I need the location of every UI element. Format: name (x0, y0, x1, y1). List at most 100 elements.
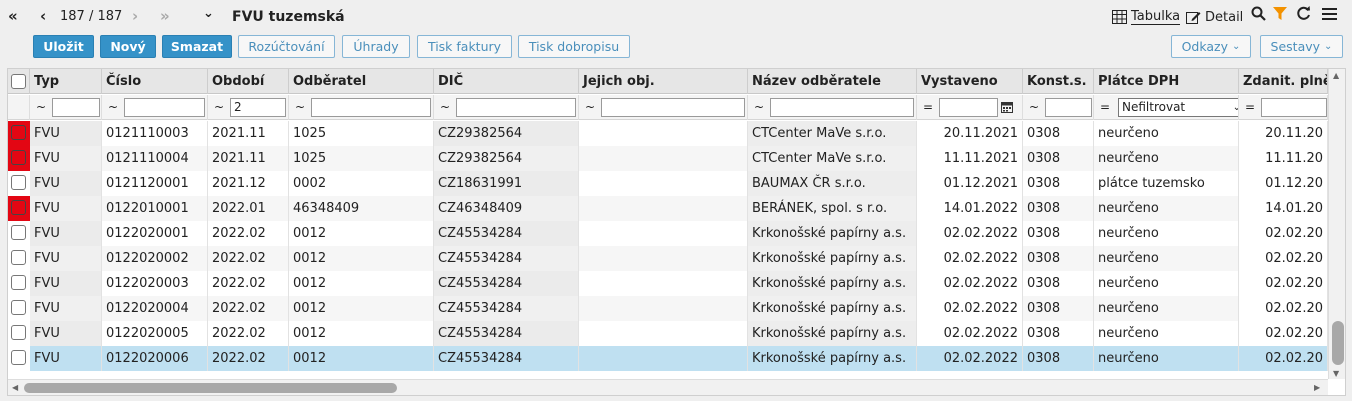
header-zdanit-plneni[interactable]: Zdanit. plněn (1239, 69, 1328, 94)
cell-vystaveno: 02.02.2022 (917, 246, 1023, 271)
vertical-scrollbar[interactable]: ▲ ▼ (1328, 69, 1345, 379)
cell-platce-dph: neurčeno (1094, 196, 1239, 221)
cell-konst-s: 0308 (1023, 196, 1094, 221)
header-vystaveno[interactable]: Vystaveno (917, 69, 1023, 94)
next-record-button[interactable]: › (132, 6, 138, 26)
table-row[interactable]: FVU 0121120001 2021.12 0002 CZ18631991 BAUMAX… (8, 171, 1328, 196)
cell-typ: FVU (30, 146, 102, 171)
delete-button[interactable]: Smazat (162, 35, 232, 58)
cell-platce-dph: neurčeno (1094, 246, 1239, 271)
refresh-icon[interactable] (1296, 6, 1311, 26)
filter-op: = (1100, 100, 1111, 114)
horizontal-scrollbar[interactable]: ◀ ▶ (8, 379, 1328, 395)
scroll-left-icon[interactable]: ◀ (12, 383, 18, 392)
cell-odberatel: 0012 (289, 246, 434, 271)
cell-cislo: 0121110004 (102, 146, 208, 171)
first-record-button[interactable]: « (8, 6, 18, 26)
row-checkbox[interactable] (11, 125, 26, 140)
header-jejich-obj[interactable]: Jejich obj. (579, 69, 748, 94)
cell-zdanit-plneni: 11.11.20 (1239, 146, 1328, 171)
table-row[interactable]: FVU 0122020006 2022.02 0012 CZ45534284 Krkono… (8, 346, 1328, 371)
select-all-checkbox[interactable] (11, 74, 26, 89)
cell-dic: CZ45534284 (434, 321, 579, 346)
filter-zdanit-plneni-input[interactable] (1261, 98, 1327, 117)
prev-record-button[interactable]: ‹ (40, 6, 46, 26)
calendar-icon[interactable] (1001, 101, 1013, 113)
chevron-down-icon[interactable]: ⌄ (203, 4, 214, 24)
cell-cislo: 0122020001 (102, 221, 208, 246)
new-button[interactable]: Nový (100, 35, 156, 58)
table-row[interactable]: FVU 0122020005 2022.02 0012 CZ45534284 Krkono… (8, 321, 1328, 346)
print-invoice-button[interactable]: Tisk faktury (417, 35, 512, 58)
scroll-down-icon[interactable]: ▼ (1333, 369, 1339, 378)
filter-odberatel-input[interactable] (311, 98, 431, 117)
cell-cislo: 0121110003 (102, 121, 208, 146)
cell-nazev: BAUMAX ČR s.r.o. (748, 171, 917, 196)
filter-dic-input[interactable] (456, 98, 576, 117)
filter-typ-input[interactable] (52, 98, 100, 117)
search-icon[interactable] (1251, 6, 1266, 26)
menu-icon[interactable] (1322, 6, 1337, 26)
table-row[interactable]: FVU 0122020001 2022.02 0012 CZ45534284 Krkono… (8, 221, 1328, 246)
filter-op: = (923, 100, 934, 114)
table-row[interactable]: FVU 0122020003 2022.02 0012 CZ45534284 Krkono… (8, 271, 1328, 296)
header-typ[interactable]: Typ (30, 69, 102, 94)
filter-konst-s-input[interactable] (1045, 98, 1092, 117)
cell-nazev: BERÁNEK, spol. s r.o. (748, 196, 917, 221)
last-record-button[interactable]: » (160, 6, 170, 26)
table-row[interactable]: FVU 0121110003 2021.11 1025 CZ29382564 CTCent… (8, 121, 1328, 146)
links-dropdown[interactable]: Odkazy ⌄ (1171, 35, 1251, 58)
header-dic[interactable]: DIČ (434, 69, 579, 94)
filter-cislo-input[interactable] (124, 98, 205, 117)
row-checkbox[interactable] (11, 200, 26, 215)
filter-icon[interactable] (1273, 6, 1287, 26)
save-button[interactable]: Uložit (33, 35, 94, 58)
table-row[interactable]: FVU 0122020002 2022.02 0012 CZ45534284 Krkono… (8, 246, 1328, 271)
chevron-down-icon: ⌄ (1324, 41, 1333, 52)
header-obdobi[interactable]: Období (208, 69, 289, 94)
filter-nazev-input[interactable] (770, 98, 914, 117)
print-credit-note-button[interactable]: Tisk dobropisu (518, 35, 630, 58)
flagged-row-marker (8, 196, 30, 221)
header-platce-dph[interactable]: Plátce DPH (1094, 69, 1239, 94)
row-checkbox[interactable] (11, 250, 26, 265)
header-konst-s[interactable]: Konst.s. (1023, 69, 1094, 94)
row-checkbox[interactable] (11, 275, 26, 290)
cell-dic: CZ45534284 (434, 271, 579, 296)
filter-typ: ~ (30, 95, 102, 120)
table-row[interactable]: FVU 0122020004 2022.02 0012 CZ45534284 Krkono… (8, 296, 1328, 321)
view-table-label: Tabulka (1131, 9, 1181, 25)
accounting-button[interactable]: Rozúčtování (238, 35, 335, 58)
page-title: FVU tuzemská (232, 9, 345, 25)
cell-cislo: 0122020004 (102, 296, 208, 321)
cell-konst-s: 0308 (1023, 321, 1094, 346)
row-checkbox[interactable] (11, 325, 26, 340)
filter-platce-dph-select[interactable]: Nefiltrovat ⌄ (1118, 98, 1238, 117)
cell-odberatel: 0012 (289, 221, 434, 246)
view-detail-toggle[interactable]: Detail (1186, 6, 1243, 28)
view-table-toggle[interactable]: Tabulka (1112, 6, 1181, 28)
header-nazev[interactable]: Název odběratele (748, 69, 917, 94)
header-cislo[interactable]: Číslo (102, 69, 208, 94)
row-checkbox[interactable] (11, 175, 26, 190)
table-row[interactable]: FVU 0121110004 2021.11 1025 CZ29382564 CTCent… (8, 146, 1328, 171)
cell-zdanit-plneni: 14.01.20 (1239, 196, 1328, 221)
scroll-up-icon[interactable]: ▲ (1333, 71, 1339, 80)
row-select-cell (8, 171, 30, 196)
row-checkbox[interactable] (11, 350, 26, 365)
row-checkbox[interactable] (11, 150, 26, 165)
header-odberatel[interactable]: Odběratel (289, 69, 434, 94)
scroll-right-icon[interactable]: ▶ (1314, 383, 1320, 392)
row-checkbox[interactable] (11, 225, 26, 240)
filter-vystaveno-input[interactable] (939, 98, 998, 117)
cell-platce-dph: neurčeno (1094, 346, 1239, 371)
row-checkbox[interactable] (11, 300, 26, 315)
vertical-scroll-thumb[interactable] (1332, 321, 1344, 365)
table-row[interactable]: FVU 0122010001 2022.01 46348409 CZ46348409 BE… (8, 196, 1328, 221)
filter-jejich-obj-input[interactable] (601, 98, 745, 117)
filter-obdobi-input[interactable]: 2 (230, 98, 286, 117)
cell-platce-dph: neurčeno (1094, 296, 1239, 321)
reports-dropdown[interactable]: Sestavy ⌄ (1260, 35, 1343, 58)
payments-button[interactable]: Úhrady (342, 35, 410, 58)
horizontal-scroll-thumb[interactable] (24, 383, 397, 393)
